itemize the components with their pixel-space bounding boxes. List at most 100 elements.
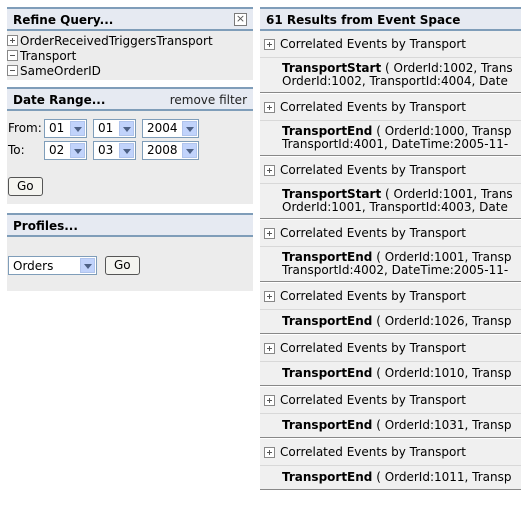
- event-params: ( OrderId:1031, Transp: [372, 418, 512, 432]
- collapse-icon[interactable]: [7, 50, 18, 61]
- from-year-value: 2004: [147, 121, 178, 135]
- expand-icon[interactable]: [264, 394, 275, 406]
- result-title-row[interactable]: Correlated Events by Transport: [260, 220, 521, 246]
- refine-query-title: Refine Query...: [13, 13, 114, 27]
- result-item: Correlated Events by Transport TransportE…: [260, 220, 521, 283]
- event-params: ( OrderId:1002, Trans: [381, 61, 513, 75]
- to-label: To:: [8, 143, 25, 157]
- chevron-down-icon[interactable]: [182, 142, 197, 158]
- tree-item[interactable]: OrderReceivedTriggersTransport: [7, 33, 253, 48]
- from-day-select[interactable]: 01: [93, 118, 136, 138]
- result-title: Correlated Events by Transport: [280, 163, 466, 177]
- to-day-value: 03: [98, 143, 114, 157]
- chevron-down-icon[interactable]: [182, 120, 197, 136]
- profiles-panel: Profiles... Orders Go: [7, 213, 253, 291]
- date-range-header: Date Range... remove filter: [7, 87, 253, 111]
- result-title-row[interactable]: Correlated Events by Transport: [260, 283, 521, 309]
- to-row: To: 02 03 2008: [8, 139, 253, 161]
- expand-icon[interactable]: [264, 38, 275, 50]
- expand-icon[interactable]: [264, 101, 275, 113]
- chevron-down-icon[interactable]: [119, 142, 134, 158]
- event-params: ( OrderId:1010, Transp: [372, 366, 512, 380]
- expand-icon[interactable]: [264, 227, 275, 239]
- profile-go-button[interactable]: Go: [105, 256, 140, 275]
- date-range-panel: Date Range... remove filter From: 01 01 …: [7, 87, 253, 204]
- from-year-select[interactable]: 2004: [142, 118, 199, 138]
- chevron-down-icon[interactable]: [119, 120, 134, 136]
- event-name: TransportStart: [282, 187, 382, 201]
- result-line: TransportEnd ( OrderId:1010, Transp: [282, 367, 521, 380]
- profile-value: Orders: [13, 258, 54, 273]
- expand-icon[interactable]: [7, 35, 18, 46]
- result-body: TransportEnd ( OrderId:1001, Transp Trans…: [260, 246, 521, 282]
- result-title-row[interactable]: Correlated Events by Transport: [260, 335, 521, 361]
- from-day-value: 01: [98, 121, 114, 135]
- close-icon[interactable]: ×: [234, 13, 247, 26]
- result-title: Correlated Events by Transport: [280, 289, 466, 303]
- results-list: Correlated Events by Transport TransportS…: [260, 31, 521, 491]
- chevron-down-icon[interactable]: [80, 258, 95, 273]
- result-title-row[interactable]: Correlated Events by Transport: [260, 94, 521, 120]
- result-body: TransportEnd ( OrderId:1010, Transp: [260, 361, 521, 386]
- result-title: Correlated Events by Transport: [280, 37, 466, 51]
- result-item: Correlated Events by Transport TransportE…: [260, 335, 521, 387]
- result-title: Correlated Events by Transport: [280, 341, 466, 355]
- result-title: Correlated Events by Transport: [280, 445, 466, 459]
- event-params: ( OrderId:1001, Trans: [381, 187, 513, 201]
- result-item: Correlated Events by Transport TransportS…: [260, 157, 521, 220]
- event-params: ( OrderId:1011, Transp: [372, 470, 512, 484]
- result-line: TransportEnd ( OrderId:1031, Transp: [282, 419, 521, 432]
- to-month-value: 02: [49, 143, 65, 157]
- expand-icon[interactable]: [264, 342, 275, 354]
- result-title-row[interactable]: Correlated Events by Transport: [260, 387, 521, 413]
- result-title: Correlated Events by Transport: [280, 100, 466, 114]
- profiles-header: Profiles...: [7, 213, 253, 237]
- event-name: TransportEnd: [282, 418, 373, 432]
- event-name: TransportEnd: [282, 124, 373, 138]
- event-name: TransportStart: [282, 61, 382, 75]
- tree-item-label: OrderReceivedTriggersTransport: [20, 33, 213, 48]
- results-header: 61 Results from Event Space: [260, 7, 521, 31]
- to-month-select[interactable]: 02: [44, 140, 87, 160]
- result-item: Correlated Events by Transport TransportS…: [260, 31, 521, 94]
- event-params-line2: TransportId:4002, DateTime:2005-11-: [282, 263, 509, 277]
- expand-icon[interactable]: [264, 290, 275, 302]
- tree-item-label: SameOrderID: [20, 63, 101, 78]
- chevron-down-icon[interactable]: [70, 142, 85, 158]
- tree-item[interactable]: SameOrderID: [7, 63, 253, 78]
- from-month-select[interactable]: 01: [44, 118, 87, 138]
- tree-item-label: Transport: [20, 48, 77, 63]
- result-line: TransportEnd ( OrderId:1011, Transp: [282, 471, 521, 484]
- chevron-down-icon[interactable]: [70, 120, 85, 136]
- event-params: ( OrderId:1000, Transp: [372, 124, 512, 138]
- event-params-line2: OrderId:1001, TransportId:4003, Date: [282, 200, 508, 214]
- date-range-title: Date Range...: [13, 93, 106, 107]
- result-body: TransportStart ( OrderId:1001, Trans Orde…: [260, 183, 521, 219]
- result-title-row[interactable]: Correlated Events by Transport: [260, 31, 521, 57]
- result-body: TransportEnd ( OrderId:1031, Transp: [260, 413, 521, 438]
- event-params: ( OrderId:1026, Transp: [372, 314, 512, 328]
- tree-item[interactable]: Transport: [7, 48, 253, 63]
- result-item: Correlated Events by Transport TransportE…: [260, 439, 521, 491]
- result-item: Correlated Events by Transport TransportE…: [260, 283, 521, 335]
- expand-icon[interactable]: [264, 164, 275, 176]
- result-title-row[interactable]: Correlated Events by Transport: [260, 439, 521, 465]
- result-body: TransportEnd ( OrderId:1011, Transp: [260, 465, 521, 490]
- remove-filter-link[interactable]: remove filter: [170, 89, 247, 111]
- expand-icon[interactable]: [264, 446, 275, 458]
- result-title: Correlated Events by Transport: [280, 393, 466, 407]
- event-name: TransportEnd: [282, 366, 373, 380]
- result-body: TransportStart ( OrderId:1002, Trans Orde…: [260, 57, 521, 93]
- date-go-button[interactable]: Go: [8, 177, 43, 196]
- to-year-select[interactable]: 2008: [142, 140, 199, 160]
- profile-select[interactable]: Orders: [8, 256, 97, 275]
- to-day-select[interactable]: 03: [93, 140, 136, 160]
- to-year-value: 2008: [147, 143, 178, 157]
- from-label: From:: [8, 121, 42, 135]
- event-name: TransportEnd: [282, 314, 373, 328]
- result-title-row[interactable]: Correlated Events by Transport: [260, 157, 521, 183]
- from-month-value: 01: [49, 121, 65, 135]
- result-item: Correlated Events by Transport TransportE…: [260, 94, 521, 157]
- refine-query-header: Refine Query... ×: [7, 7, 253, 31]
- collapse-icon[interactable]: [7, 65, 18, 76]
